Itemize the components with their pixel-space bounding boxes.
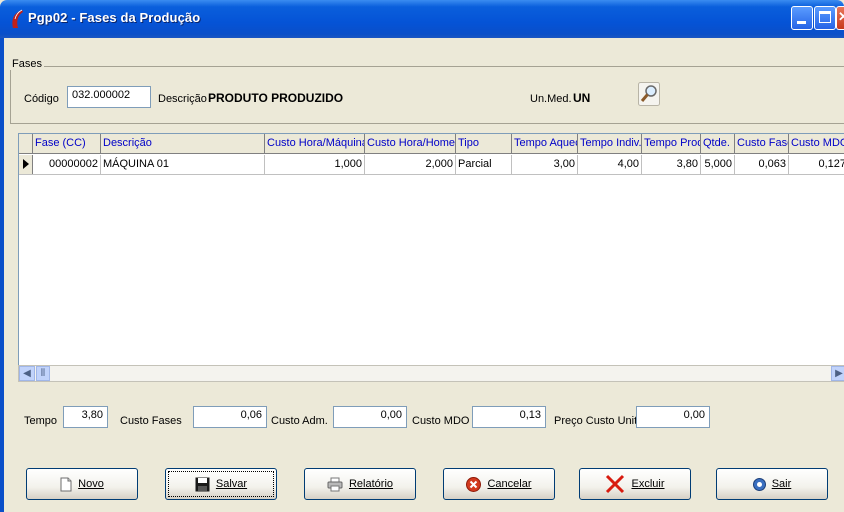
cancel-icon bbox=[466, 476, 482, 492]
fases-legend: Fases bbox=[10, 58, 44, 70]
row-indicator-icon bbox=[19, 155, 33, 174]
relatorio-button[interactable]: Relatório bbox=[304, 468, 416, 500]
col-tipo[interactable]: Tipo bbox=[456, 134, 512, 153]
cell-custo-mdo[interactable]: 0,127 bbox=[789, 155, 844, 174]
cell-tempo-indiv[interactable]: 4,00 bbox=[578, 155, 642, 174]
scroll-thumb[interactable]: ⦀ bbox=[36, 366, 50, 381]
tempo-label: Tempo bbox=[24, 415, 58, 427]
printer-icon bbox=[327, 477, 343, 491]
novo-button[interactable]: Novo bbox=[26, 468, 138, 500]
app-logo-icon bbox=[12, 9, 23, 28]
novo-label: Novo bbox=[78, 478, 104, 490]
salvar-label: Salvar bbox=[215, 478, 248, 490]
exit-icon bbox=[752, 477, 766, 491]
unmed-value: UN bbox=[573, 91, 591, 105]
col-custo-mdo[interactable]: Custo MDO bbox=[789, 134, 844, 153]
custo-adm-label: Custo Adm. bbox=[271, 415, 328, 427]
sair-label: Sair bbox=[771, 478, 792, 490]
scroll-left-icon[interactable]: ◀ bbox=[19, 366, 35, 381]
col-qtde[interactable]: Qtde. bbox=[701, 134, 735, 153]
scroll-right-icon[interactable]: ▶ bbox=[831, 366, 844, 381]
tempo-field[interactable]: 3,80 bbox=[63, 406, 108, 428]
descricao-value: PRODUTO PRODUZIDO bbox=[208, 91, 344, 105]
horizontal-scrollbar[interactable]: ◀ ⦀ ▶ bbox=[18, 365, 844, 382]
cancelar-button[interactable]: Cancelar bbox=[443, 468, 555, 500]
sair-button[interactable]: Sair bbox=[716, 468, 828, 500]
search-icon[interactable] bbox=[638, 82, 660, 106]
col-tempo-prod[interactable]: Tempo Prod. bbox=[642, 134, 701, 153]
excluir-button[interactable]: Excluir bbox=[579, 468, 691, 500]
cell-qtde[interactable]: 5,000 bbox=[701, 155, 735, 174]
delete-x-icon bbox=[606, 474, 625, 494]
excluir-label: Excluir bbox=[631, 478, 665, 490]
custo-fases-field[interactable]: 0,06 bbox=[193, 406, 267, 428]
cell-tipo[interactable]: Parcial bbox=[456, 155, 512, 174]
col-tempo-indiv[interactable]: Tempo Indiv. bbox=[578, 134, 642, 153]
col-fase-cc[interactable]: Fase (CC) bbox=[33, 134, 101, 153]
col-custo-hora-homem[interactable]: Custo Hora/Homem bbox=[365, 134, 456, 153]
col-descricao[interactable]: Descrição bbox=[101, 134, 265, 153]
codigo-label: Código bbox=[24, 93, 59, 105]
minimize-button[interactable] bbox=[791, 6, 813, 30]
unmed-label: Un.Med. bbox=[530, 93, 572, 105]
cell-tempo-aquec[interactable]: 3,00 bbox=[512, 155, 578, 174]
cell-tempo-prod[interactable]: 3,80 bbox=[642, 155, 701, 174]
table-row[interactable]: 00000002 MÁQUINA 01 1,000 2,000 Parcial … bbox=[19, 155, 844, 175]
window-title: Pgp02 - Fases da Produção bbox=[28, 10, 201, 25]
cell-custo-fase[interactable]: 0,063 bbox=[735, 155, 789, 174]
cell-fase-cc[interactable]: 00000002 bbox=[33, 155, 101, 174]
col-tempo-aquec[interactable]: Tempo Aquec. bbox=[512, 134, 578, 153]
save-icon bbox=[195, 477, 210, 491]
relatorio-label: Relatório bbox=[348, 478, 394, 490]
cell-custo-hora-homem[interactable]: 2,000 bbox=[365, 155, 456, 174]
fases-grid[interactable]: Fase (CC) Descrição Custo Hora/Máquina C… bbox=[18, 133, 844, 367]
col-custo-fase[interactable]: Custo Fase bbox=[735, 134, 789, 153]
maximize-button[interactable] bbox=[814, 6, 836, 30]
new-document-icon bbox=[60, 477, 72, 491]
close-button[interactable] bbox=[836, 6, 844, 30]
cell-custo-hora-maquina[interactable]: 1,000 bbox=[265, 155, 365, 174]
custo-fases-label: Custo Fases bbox=[120, 415, 182, 427]
title-bar[interactable]: Pgp02 - Fases da Produção bbox=[0, 0, 844, 38]
cancelar-label: Cancelar bbox=[487, 478, 532, 490]
grid-header: Fase (CC) Descrição Custo Hora/Máquina C… bbox=[19, 134, 844, 154]
col-custo-hora-maquina[interactable]: Custo Hora/Máquina bbox=[265, 134, 365, 153]
header-indicator bbox=[19, 134, 33, 153]
custo-adm-field[interactable]: 0,00 bbox=[333, 406, 407, 428]
codigo-input[interactable]: 032.000002 bbox=[67, 86, 151, 108]
cell-descricao[interactable]: MÁQUINA 01 bbox=[101, 155, 265, 174]
preco-custo-field[interactable]: 0,00 bbox=[636, 406, 710, 428]
salvar-button[interactable]: Salvar bbox=[165, 468, 277, 500]
descricao-label: Descrição bbox=[158, 93, 207, 105]
preco-custo-label: Preço Custo Unit. bbox=[554, 415, 641, 427]
custo-mdo-label: Custo MDO bbox=[412, 415, 470, 427]
custo-mdo-field[interactable]: 0,13 bbox=[472, 406, 546, 428]
